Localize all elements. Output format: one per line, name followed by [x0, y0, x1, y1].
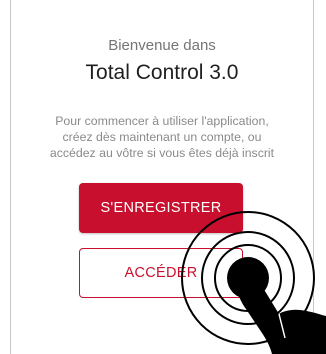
description-line: créez dès maintenant un compte, ou	[62, 130, 262, 144]
welcome-screen: Bienvenue dans Total Control 3.0 Pour co…	[10, 0, 314, 354]
description-line: Pour commencer à utiliser l'application,	[55, 114, 269, 128]
welcome-subtitle: Bienvenue dans	[108, 37, 216, 54]
app-title: Total Control 3.0	[85, 61, 239, 84]
description-line: accédez au vôtre si vous êtes déjà inscr…	[49, 146, 275, 160]
register-button[interactable]: S'ENREGISTRER	[79, 183, 243, 233]
welcome-description: Pour commencer à utiliser l'application,…	[25, 113, 299, 161]
login-button[interactable]: ACCÉDER	[79, 248, 243, 298]
